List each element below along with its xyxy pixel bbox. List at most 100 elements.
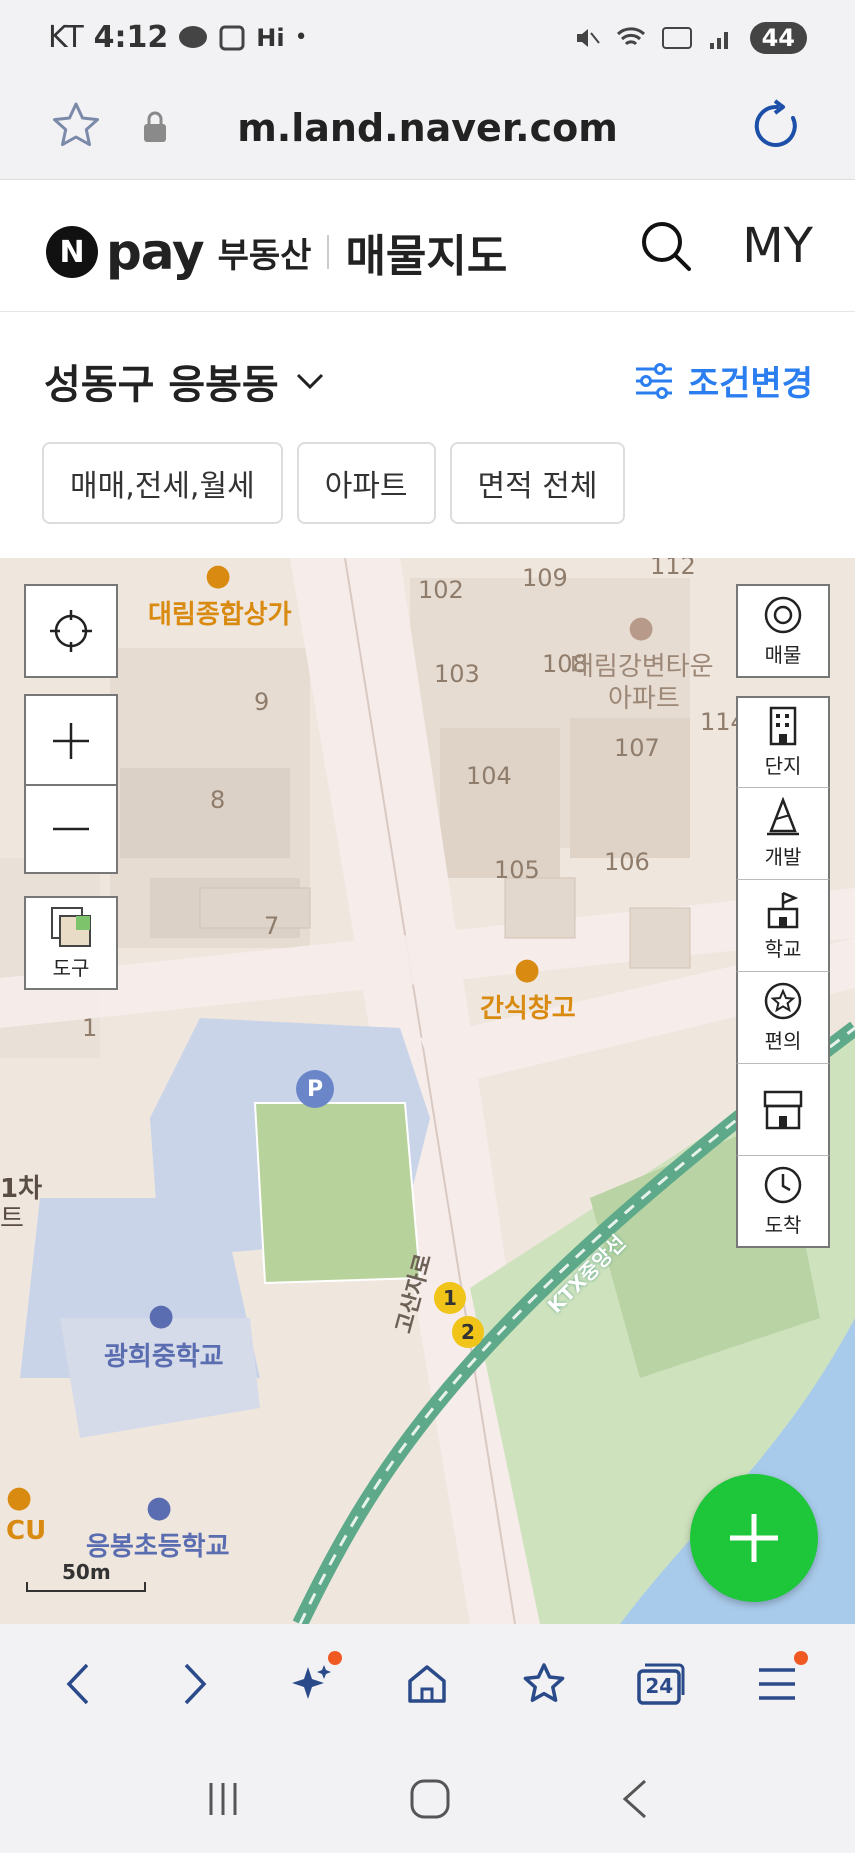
status-bar: KT 4:12 Hi • 44 (0, 0, 855, 80)
apartment-icon: ● (628, 610, 655, 645)
map-view[interactable]: 102 109 112 103 108 107 114 104 105 106 … (0, 558, 855, 1624)
star-circle-icon (764, 982, 802, 1020)
menu-button[interactable] (742, 1649, 812, 1719)
crosshair-icon (50, 610, 92, 652)
battery-indicator: 44 (749, 22, 807, 54)
layers-icon (51, 906, 91, 947)
tools-button[interactable]: 도구 (24, 896, 118, 990)
poi-eungbong-school[interactable]: 응봉초등학교 (86, 1526, 230, 1563)
subway-exit-2[interactable]: 2 (452, 1316, 484, 1348)
site-header: N pay 부동산 매물지도 MY (0, 180, 855, 312)
scale-label: 50m (62, 1560, 111, 1584)
page-title: 매물지도 (345, 231, 508, 282)
notification-dot (328, 1651, 343, 1665)
agent-toggle[interactable]: 중개 (736, 1064, 830, 1156)
sliders-icon (635, 362, 672, 399)
complex-toggle[interactable]: 단지 (736, 696, 830, 788)
back-button[interactable] (43, 1649, 113, 1719)
talk-icon (179, 25, 208, 48)
convenience-label: 편의 (764, 1029, 802, 1053)
mute-icon (576, 29, 600, 47)
hi-label: Hi (256, 23, 285, 52)
tabs-button[interactable]: 24 (625, 1649, 695, 1719)
arrival-toggle[interactable]: 도착 (736, 1156, 830, 1248)
my-location-button[interactable] (24, 584, 118, 678)
home-button[interactable] (392, 1649, 462, 1719)
snack-shop-icon: ● (514, 952, 541, 987)
building-number: 103 (434, 660, 480, 688)
development-toggle[interactable]: 개발 (736, 788, 830, 880)
school-toggle[interactable]: 학교 (736, 880, 830, 972)
poi-daelim-apt-line2[interactable]: 아파트 (608, 678, 680, 715)
daelim-mall-icon: ● (205, 558, 232, 593)
map-scale: 50m (26, 1560, 146, 1592)
tab-count: 24 (645, 1674, 674, 1698)
building-number: 105 (494, 856, 540, 884)
notification-dot-icon: • (294, 25, 308, 50)
building-number: 104 (466, 762, 512, 790)
reload-icon[interactable] (749, 98, 805, 154)
zoom-in-button[interactable] (24, 694, 118, 786)
recent-apps-icon[interactable] (203, 1779, 243, 1819)
naver-n-logo: N (46, 226, 98, 278)
region-selector[interactable]: 성동구 응봉동 (44, 352, 325, 410)
property-type-chip[interactable]: 아파트 (296, 442, 436, 524)
building-number: 112 (650, 558, 696, 580)
area-chip[interactable]: 면적 전체 (449, 442, 626, 524)
ai-assist-button[interactable] (276, 1649, 346, 1719)
cone-icon (767, 797, 799, 836)
plus-icon (730, 1514, 778, 1562)
tools-label: 도구 (52, 955, 90, 980)
poi-gansik[interactable]: 간식창고 (480, 988, 576, 1025)
listings-label: 매물 (764, 642, 802, 667)
screenshot-icon (219, 25, 245, 50)
zoom-out-button[interactable] (24, 784, 118, 874)
search-icon[interactable] (638, 218, 694, 274)
poi-cu[interactable]: CU (6, 1516, 46, 1546)
listings-toggle[interactable]: 매물 (736, 584, 830, 678)
trade-type-chip[interactable]: 매매,전세,월세 (42, 442, 283, 524)
title-divider (327, 235, 330, 269)
school-flag-icon (767, 891, 799, 929)
brand-logo[interactable]: N pay 부동산 매물지도 (46, 220, 507, 284)
status-right: 44 (574, 22, 807, 54)
place-label: 트 (0, 1204, 24, 1234)
school-icon: ● (146, 1490, 173, 1525)
status-left: KT 4:12 Hi • (48, 20, 308, 55)
bookmarks-button[interactable] (509, 1649, 579, 1719)
home-icon (408, 1665, 447, 1703)
wifi-icon (616, 27, 645, 46)
url-text[interactable]: m.land.naver.com (0, 106, 855, 150)
chevron-left-icon (66, 1663, 89, 1705)
building-number: 1 (82, 1014, 98, 1042)
poi-gwanghui-school[interactable]: 광희중학교 (104, 1336, 224, 1373)
add-listing-fab[interactable] (690, 1474, 818, 1602)
clock: 4:12 (93, 20, 169, 55)
chevron-down-icon (296, 373, 323, 390)
target-icon (764, 596, 802, 633)
hamburger-menu-icon (758, 1668, 795, 1700)
building-number: 106 (604, 848, 650, 876)
browser-bottom-nav: 24 (0, 1624, 855, 1744)
carrier: KT (48, 20, 84, 55)
subway-exit-1[interactable]: 1 (434, 1282, 466, 1314)
filter-chips: 매매,전세,월세 아파트 면적 전체 (42, 442, 626, 524)
parking-icon: P (296, 1070, 334, 1108)
convenience-toggle[interactable]: 편의 (736, 972, 830, 1064)
building-number: 8 (210, 786, 226, 814)
back-icon[interactable] (617, 1777, 653, 1821)
my-button[interactable]: MY (742, 218, 813, 274)
condition-change-label: 조건변경 (687, 364, 813, 404)
notification-dot (793, 1651, 808, 1665)
cu-icon: ● (6, 1480, 33, 1515)
home-circle-icon[interactable] (408, 1777, 452, 1821)
forward-button[interactable] (160, 1649, 230, 1719)
condition-change-button[interactable]: 조건변경 (634, 356, 813, 405)
school-label: 학교 (764, 937, 802, 961)
building-number: 9 (254, 688, 270, 716)
hd-icon (661, 27, 692, 49)
complex-label: 단지 (764, 754, 802, 778)
poi-daelim-mall[interactable]: 대림종합상가 (148, 594, 292, 631)
arrival-label: 도착 (764, 1212, 802, 1237)
android-nav-bar (0, 1744, 855, 1853)
